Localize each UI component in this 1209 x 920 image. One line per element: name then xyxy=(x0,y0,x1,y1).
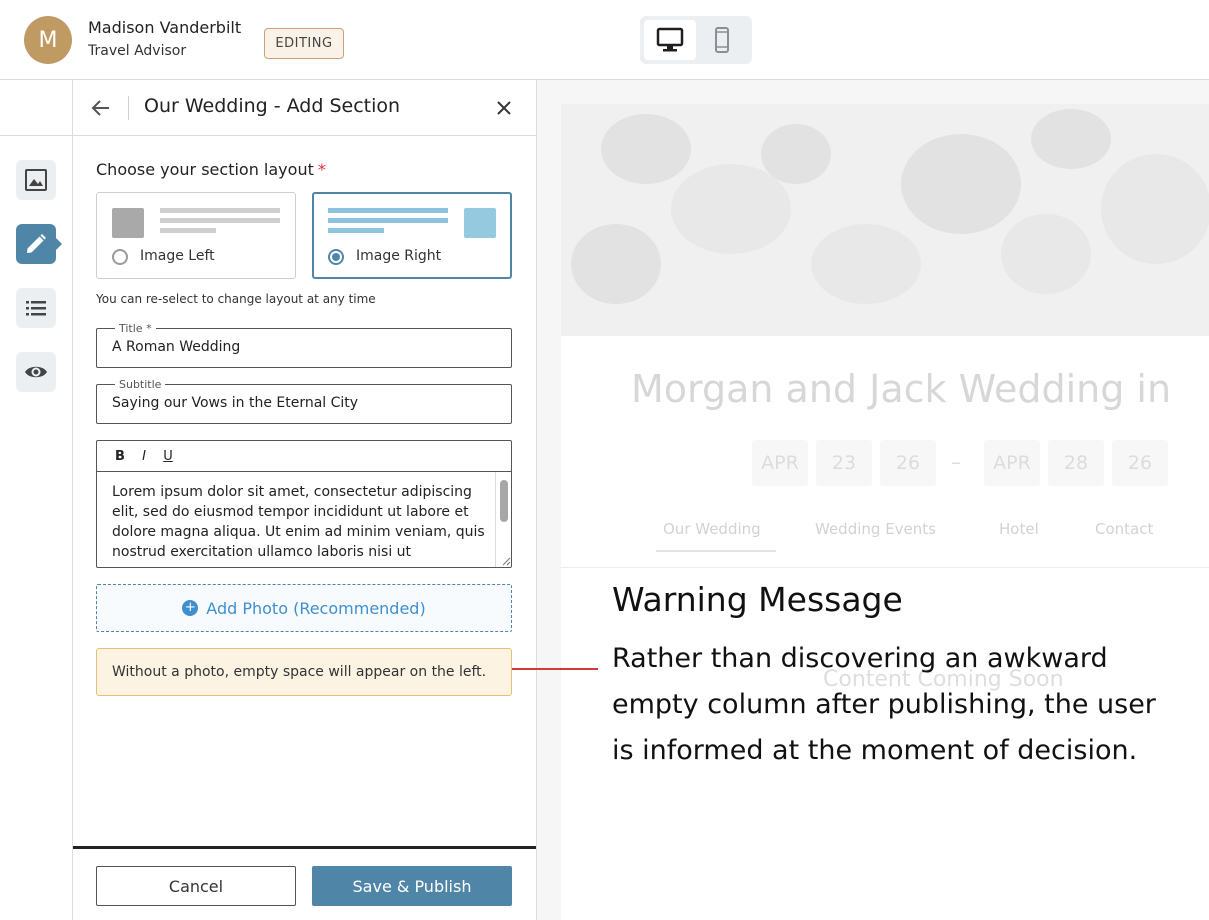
close-icon xyxy=(497,101,511,115)
date-end-month: APR xyxy=(984,440,1040,486)
layout-option-image-left[interactable]: Image Left xyxy=(96,192,296,279)
editor-toolbar: B I U xyxy=(97,441,511,472)
avatar[interactable]: M xyxy=(24,16,72,64)
preview-nav-hotel[interactable]: Hotel xyxy=(999,520,1039,538)
active-nav-underline xyxy=(656,550,776,552)
thumb-text-line xyxy=(328,218,448,223)
layout-label-image-left: Image Left xyxy=(140,248,215,264)
bold-button[interactable]: B xyxy=(112,447,128,465)
desktop-view-button[interactable] xyxy=(644,20,696,60)
thumb-image-block xyxy=(464,208,496,238)
title-field[interactable]: Title * A Roman Wedding xyxy=(96,322,512,368)
rail-preview-button[interactable] xyxy=(16,352,56,392)
plus-circle-icon: + xyxy=(182,600,199,616)
add-section-panel: Our Wedding - Add Section Choose your se… xyxy=(73,80,537,920)
thumb-image-block xyxy=(112,208,144,238)
thumb-text-line xyxy=(160,208,280,213)
rail-edit-button[interactable] xyxy=(16,224,56,264)
layout-label-image-right: Image Right xyxy=(356,248,442,264)
image-icon xyxy=(25,169,47,191)
rail-media-button[interactable] xyxy=(16,160,56,200)
date-start-day: 23 xyxy=(816,440,872,486)
preview-canvas: Morgan and Jack Wedding in APR 23 26 – A… xyxy=(561,104,1209,920)
radio-image-right[interactable] xyxy=(328,249,344,265)
mobile-view-button[interactable] xyxy=(696,20,748,60)
cancel-button[interactable]: Cancel xyxy=(96,866,296,906)
floral-shape xyxy=(571,224,661,304)
save-publish-button[interactable]: Save & Publish xyxy=(312,866,512,906)
header-divider xyxy=(128,96,129,120)
editor-scrollbar[interactable] xyxy=(495,472,511,567)
warning-text: Without a photo, empty space will appear… xyxy=(112,664,487,680)
annotation-title: Warning Message xyxy=(612,580,903,619)
layout-help-text: You can re-select to change layout at an… xyxy=(96,292,376,306)
panel-header: Our Wedding - Add Section xyxy=(73,80,536,136)
italic-button[interactable]: I xyxy=(136,447,152,465)
rail-sections-button[interactable] xyxy=(16,288,56,328)
panel-title: Our Wedding - Add Section xyxy=(144,95,401,117)
eye-icon xyxy=(25,366,47,378)
desktop-icon xyxy=(656,27,684,52)
preview-nav-wedding-events[interactable]: Wedding Events xyxy=(815,520,936,538)
subtitle-field-label: Subtitle xyxy=(115,378,166,391)
list-icon xyxy=(26,301,46,316)
warning-message: Without a photo, empty space will appear… xyxy=(96,648,512,696)
panel-footer: Cancel Save & Publish xyxy=(73,846,536,920)
underline-button[interactable]: U xyxy=(160,447,176,465)
floral-shape xyxy=(671,164,791,254)
title-field-value[interactable]: A Roman Wedding xyxy=(112,339,240,355)
add-photo-button[interactable]: + Add Photo (Recommended) xyxy=(96,584,512,632)
layout-label-text: Choose your section layout xyxy=(96,160,314,179)
subtitle-field[interactable]: Subtitle Saying our Vows in the Eternal … xyxy=(96,378,512,424)
layout-option-image-right[interactable]: Image Right xyxy=(312,192,512,279)
date-start-year: 26 xyxy=(880,440,936,486)
add-photo-label: Add Photo (Recommended) xyxy=(206,598,426,618)
layout-section-label: Choose your section layout * xyxy=(96,160,326,179)
editing-badge: EDITING xyxy=(264,28,344,59)
wedding-title: Morgan and Jack Wedding in xyxy=(631,367,1172,411)
preview-nav-our-wedding[interactable]: Our Wedding xyxy=(663,520,761,538)
date-start-month: APR xyxy=(752,440,808,486)
icon-rail xyxy=(0,80,73,920)
mobile-icon xyxy=(715,27,729,53)
scrollbar-thumb[interactable] xyxy=(500,480,508,522)
required-marker: * xyxy=(317,160,326,179)
floral-shape xyxy=(1001,214,1091,294)
radio-image-left[interactable] xyxy=(112,249,128,265)
annotation-body: Rather than discovering an awkward empty… xyxy=(612,643,1156,766)
arrow-left-icon xyxy=(91,100,109,116)
thumb-text-line xyxy=(328,208,448,213)
floral-shape xyxy=(601,114,691,184)
date-end-year: 26 xyxy=(1112,440,1168,486)
user-name: Madison Vanderbilt xyxy=(88,18,242,37)
pencil-icon xyxy=(27,234,46,253)
close-button[interactable] xyxy=(492,96,516,120)
nav-divider xyxy=(561,567,1209,568)
rail-divider xyxy=(0,135,72,136)
thumb-text-line xyxy=(328,228,384,233)
floral-shape xyxy=(761,124,831,184)
preview-nav-contact[interactable]: Contact xyxy=(1095,520,1153,538)
floral-shape xyxy=(901,134,1021,234)
thumb-text-line xyxy=(160,228,216,233)
subtitle-field-value[interactable]: Saying our Vows in the Eternal City xyxy=(112,395,358,411)
floral-shape xyxy=(1031,109,1111,169)
active-indicator xyxy=(56,238,62,250)
resize-grip-icon[interactable] xyxy=(501,556,511,566)
floral-shape xyxy=(811,224,921,304)
annotation-connector xyxy=(512,668,598,670)
device-toggle xyxy=(640,16,752,64)
date-separator: – xyxy=(951,450,961,474)
date-end-day: 28 xyxy=(1048,440,1104,486)
site-preview: Morgan and Jack Wedding in APR 23 26 – A… xyxy=(537,80,1209,920)
rich-text-editor[interactable]: B I U Lorem ipsum dolor sit amet, consec… xyxy=(96,440,512,568)
title-field-label: Title * xyxy=(115,322,156,335)
user-role: Travel Advisor xyxy=(88,43,187,59)
hero-image xyxy=(561,104,1209,336)
thumb-text-line xyxy=(160,218,280,223)
back-button[interactable] xyxy=(89,96,113,120)
top-header: M Madison Vanderbilt Travel Advisor EDIT… xyxy=(0,0,1209,80)
floral-shape xyxy=(1101,154,1209,264)
editor-body[interactable]: Lorem ipsum dolor sit amet, consectetur … xyxy=(112,482,488,562)
